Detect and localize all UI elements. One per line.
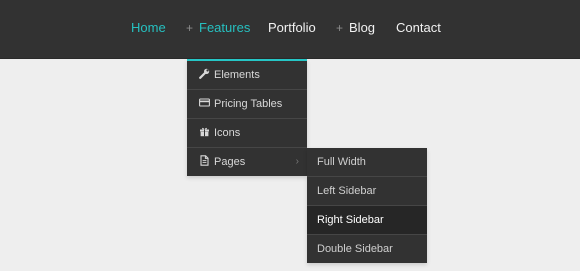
expand-plus-icon: + (186, 21, 194, 35)
nav-home[interactable]: Home (131, 19, 166, 37)
nav-contact[interactable]: Contact (396, 19, 441, 37)
pages-submenu: Full Width Left Sidebar Right Sidebar Do… (307, 148, 427, 263)
wrench-icon (199, 62, 210, 79)
dropdown-item-pages[interactable]: Pages › (187, 148, 307, 176)
dropdown-item-icons[interactable]: Icons (187, 119, 307, 148)
dropdown-item-label: Pricing Tables (214, 98, 283, 110)
dropdown-item-label: Elements (214, 69, 260, 81)
nav-portfolio[interactable]: Portfolio (268, 19, 316, 37)
file-icon (199, 149, 210, 166)
nav-blog-label: Blog (349, 20, 376, 35)
dropdown-item-pricing-tables[interactable]: Pricing Tables (187, 90, 307, 119)
top-navbar: Home + Features Portfolio + Blog Contact (0, 0, 580, 59)
nav-blog[interactable]: + Blog (336, 19, 375, 37)
dropdown-item-label: Pages (214, 156, 246, 168)
chevron-right-icon: › (295, 156, 299, 167)
credit-card-icon (199, 91, 210, 107)
submenu-item-double-sidebar[interactable]: Double Sidebar (307, 235, 427, 263)
gift-icon (199, 120, 210, 137)
submenu-item-right-sidebar[interactable]: Right Sidebar (307, 206, 427, 235)
dropdown-item-elements[interactable]: Elements (187, 61, 307, 90)
nav-features[interactable]: + Features (186, 19, 250, 37)
submenu-item-left-sidebar[interactable]: Left Sidebar (307, 177, 427, 206)
nav-features-label: Features (199, 20, 251, 35)
submenu-item-full-width[interactable]: Full Width (307, 148, 427, 177)
expand-plus-icon: + (336, 21, 344, 35)
features-dropdown: Elements Pricing Tables Icons Pages › (187, 59, 307, 176)
dropdown-item-label: Icons (214, 127, 241, 139)
